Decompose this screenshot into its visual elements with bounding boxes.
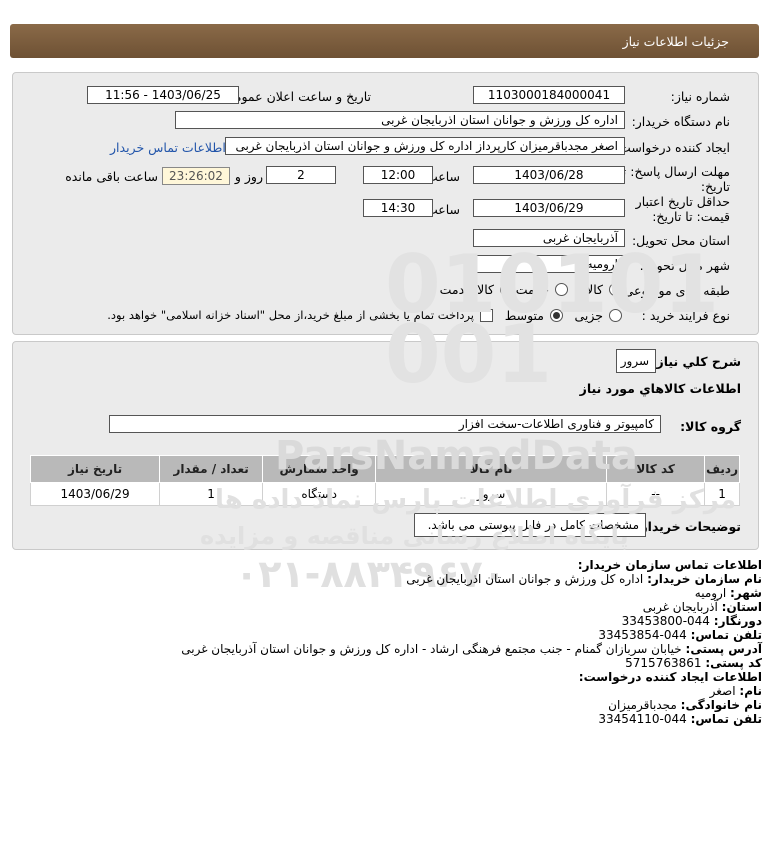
need-number-label: شماره نیاز: — [670, 89, 730, 104]
page-header: جزئیات اطلاعات نیاز — [10, 24, 759, 58]
watermark-digits: 010101 001 — [385, 238, 719, 401]
validity-label-line2: قیمت: تا تاریخ: — [652, 209, 730, 224]
creator-field: اصغر مجدباقرمیزان کارپرداز اداره کل ورزش… — [225, 137, 625, 155]
watermark-brand: ParsNamadData — [275, 433, 638, 479]
days-field: 2 — [266, 166, 336, 184]
contact-postal: کد پستی: 5715763861 — [625, 656, 762, 670]
deadline-time-field: 12:00 — [363, 166, 433, 184]
cell-date: 1403/06/29 — [29, 482, 161, 506]
col-qty-header: تعداد / مقدار — [159, 455, 264, 483]
col-date-header: تاریخ نیاز — [29, 455, 161, 483]
validity-date-field: 1403/06/29 — [473, 199, 625, 217]
days-label: روز و — [234, 169, 263, 184]
contact-fax: دورنگار: 044-33453800 — [621, 614, 762, 628]
buyer-contact-link[interactable]: اطلاعات تماس خریدار — [110, 140, 226, 155]
deadline-label-line2: تاریخ: — [700, 179, 730, 194]
remaining-time-field: 23:26:02 — [162, 167, 230, 185]
page-title: جزئیات اطلاعات نیاز — [622, 34, 729, 49]
need-number-field: 1103000184000041 — [473, 86, 625, 104]
contact-city: شهر: ارومیه — [694, 586, 762, 600]
goods-group-label: گروه کالا: — [680, 419, 741, 434]
watermark-line1: مرکز فرآوری اطلاعات پارس نماد داده ها — [215, 485, 737, 515]
contact-org: نام سازمان خریدار: اداره کل ورزش و جوانا… — [406, 572, 762, 586]
remaining-time-label: ساعت باقی مانده — [65, 169, 158, 184]
buyer-org-label: نام دستگاه خریدار: — [631, 114, 730, 129]
validity-time-field: 14:30 — [363, 199, 433, 217]
requester-name: نام: اصغر — [709, 684, 762, 698]
contact-phone: تلفن تماس: 044-33453854 — [598, 628, 762, 642]
contact-address: آدرس پستی: خیابان سربازان گمنام - جنب مج… — [181, 642, 762, 656]
validity-label-line1: حداقل تاریخ اعتبار — [635, 194, 730, 209]
requester-family: نام خانوادگی: مجدباقرمیزان — [608, 698, 762, 712]
creator-label: ایجاد کننده درخواست: — [614, 140, 730, 155]
buyer-notes-label: توضیحات خریدار: — [635, 519, 741, 534]
deadline-date-field: 1403/06/28 — [473, 166, 625, 184]
requester-phone: تلفن تماس: 044-33454110 — [598, 712, 762, 726]
announce-label: تاریخ و ساعت اعلان عمومی: — [220, 89, 371, 104]
contact-province: استان: آذربایجان غربی — [642, 600, 762, 614]
goods-group-field: کامپیوتر و فناوری اطلاعات-سخت افزار — [109, 415, 661, 433]
requester-title: اطلاعات ایجاد کننده درخواست: — [578, 670, 762, 684]
deadline-label-line1: مهلت ارسال پاسخ: تا — [619, 164, 730, 179]
buyer-org-field: اداره کل ورزش و جوانان استان اذربایجان غ… — [175, 111, 625, 129]
col-row-header: ردیف — [704, 455, 740, 483]
contact-title: اطلاعات تماس سازمان خریدار: — [577, 558, 762, 572]
watermark-line2: پایگاه اطلاع رسانی مناقصه و مزایده — [200, 522, 629, 550]
announce-field: 1403/06/25 - 11:56 — [87, 86, 239, 104]
contact-section: اطلاعات تماس سازمان خریدار: نام سازمان خ… — [0, 555, 770, 805]
